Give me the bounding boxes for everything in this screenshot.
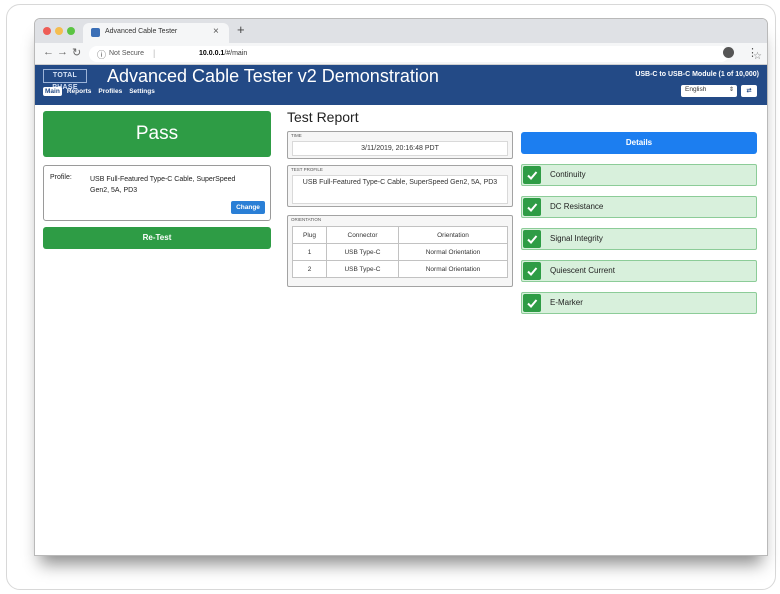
reload-icon[interactable]: ↻	[72, 46, 81, 59]
info-icon[interactable]: ⓘ	[97, 48, 106, 61]
table-row: 2 USB Type-C Normal Orientation	[292, 260, 508, 278]
table-row: 1 USB Type-C Normal Orientation	[292, 243, 508, 261]
result-status: Pass	[43, 111, 271, 157]
time-value: 3/11/2019, 20:16:48 PDT	[292, 141, 508, 156]
check-label: Continuity	[550, 170, 586, 179]
profile-value: USB Full-Featured Type-C Cable, SuperSpe…	[90, 176, 236, 194]
url-text: 10.0.0.1/#/main	[199, 50, 247, 57]
new-tab-icon[interactable]: +	[237, 22, 245, 37]
check-item-e-marker: E-Marker	[521, 292, 757, 314]
time-label: Time	[291, 133, 302, 138]
url-host: 10.0.0.1	[199, 50, 225, 57]
app-header: TOTAL PHASE Advanced Cable Tester v2 Dem…	[35, 65, 767, 105]
close-window-icon[interactable]	[43, 27, 51, 35]
checkmark-icon	[523, 198, 541, 216]
checkmark-icon	[523, 230, 541, 248]
profile-icon[interactable]	[723, 47, 734, 58]
chevron-updown-icon: ⇕	[728, 87, 734, 93]
profile-card: Profile: USB Full-Featured Type-C Cable,…	[43, 165, 271, 221]
page-title: Advanced Cable Tester v2 Demonstration	[107, 66, 439, 86]
test-profile-label: Test Profile	[291, 167, 323, 172]
check-label: Quiescent Current	[550, 266, 615, 275]
back-arrow-icon[interactable]: ←	[43, 46, 54, 58]
browser-window: Advanced Cable Tester × + ← → ↻ ⓘ Not Se…	[34, 18, 768, 556]
check-item-quiescent-current: Quiescent Current	[521, 260, 757, 282]
main-nav: Main Reports Profiles Settings	[43, 87, 157, 96]
nav-item-main[interactable]: Main	[43, 87, 62, 96]
table-cell: 2	[292, 260, 327, 278]
nav-item-settings[interactable]: Settings	[127, 87, 157, 96]
table-cell: Normal Orientation	[398, 243, 508, 261]
language-value: English	[685, 86, 707, 93]
nav-item-reports[interactable]: Reports	[65, 87, 94, 96]
check-label: DC Resistance	[550, 202, 604, 211]
details-button[interactable]: Details	[521, 132, 757, 154]
column-header: Connector	[326, 226, 399, 244]
address-bar[interactable]: ⓘ Not Secure | 10.0.0.1/#/main ☆	[89, 46, 762, 62]
table-header-row: Plug Connector Orientation	[292, 226, 508, 244]
nav-item-profiles[interactable]: Profiles	[96, 87, 124, 96]
orientation-panel: Orientation Plug Connector Orientation 1…	[287, 215, 513, 287]
check-item-continuity: Continuity	[521, 164, 757, 186]
check-label: E-Marker	[550, 298, 583, 307]
tab-title: Advanced Cable Tester	[105, 28, 178, 35]
maximize-window-icon[interactable]	[67, 27, 75, 35]
security-label: Not Secure	[109, 50, 145, 57]
table-cell: 1	[292, 243, 327, 261]
logo: TOTAL PHASE	[43, 69, 87, 91]
forward-arrow-icon[interactable]: →	[57, 46, 68, 58]
report-heading: Test Report	[287, 109, 359, 125]
checkmark-icon	[523, 294, 541, 312]
language-select[interactable]: English ⇕	[681, 85, 737, 97]
checkmark-icon	[523, 166, 541, 184]
retest-button[interactable]: Re-Test	[43, 227, 271, 249]
table-cell: USB Type-C	[326, 260, 399, 278]
browser-toolbar: ← → ↻ ⓘ Not Secure | 10.0.0.1/#/main ☆ ⋮	[35, 43, 767, 65]
check-item-signal-integrity: Signal Integrity	[521, 228, 757, 250]
check-label: Signal Integrity	[550, 234, 603, 243]
language-toggle-button[interactable]: ⇄	[741, 85, 757, 97]
checkmark-icon	[523, 262, 541, 280]
tab-close-icon[interactable]: ×	[213, 26, 219, 37]
browser-tab[interactable]: Advanced Cable Tester ×	[83, 23, 229, 43]
minimize-window-icon[interactable]	[55, 27, 63, 35]
url-separator: |	[153, 48, 156, 58]
tab-strip: Advanced Cable Tester × +	[35, 19, 767, 43]
url-path: /#/main	[224, 50, 248, 57]
column-header: Orientation	[398, 226, 508, 244]
kebab-menu-icon[interactable]: ⋮	[747, 46, 758, 59]
favicon-icon	[91, 28, 100, 37]
orientation-label: Orientation	[291, 217, 322, 222]
profile-label: Profile:	[50, 174, 72, 181]
check-item-dc-resistance: DC Resistance	[521, 196, 757, 218]
time-panel: Time 3/11/2019, 20:16:48 PDT	[287, 131, 513, 159]
table-cell: Normal Orientation	[398, 260, 508, 278]
test-profile-panel: Test Profile USB Full-Featured Type-C Ca…	[287, 165, 513, 207]
change-profile-button[interactable]: Change	[231, 201, 265, 214]
table-cell: USB Type-C	[326, 243, 399, 261]
orientation-table: Plug Connector Orientation 1 USB Type-C …	[292, 226, 508, 278]
column-header: Plug	[292, 226, 327, 244]
module-label: USB-C to USB-C Module (1 of 10,000)	[635, 71, 759, 78]
test-profile-value: USB Full-Featured Type-C Cable, SuperSpe…	[292, 175, 508, 204]
